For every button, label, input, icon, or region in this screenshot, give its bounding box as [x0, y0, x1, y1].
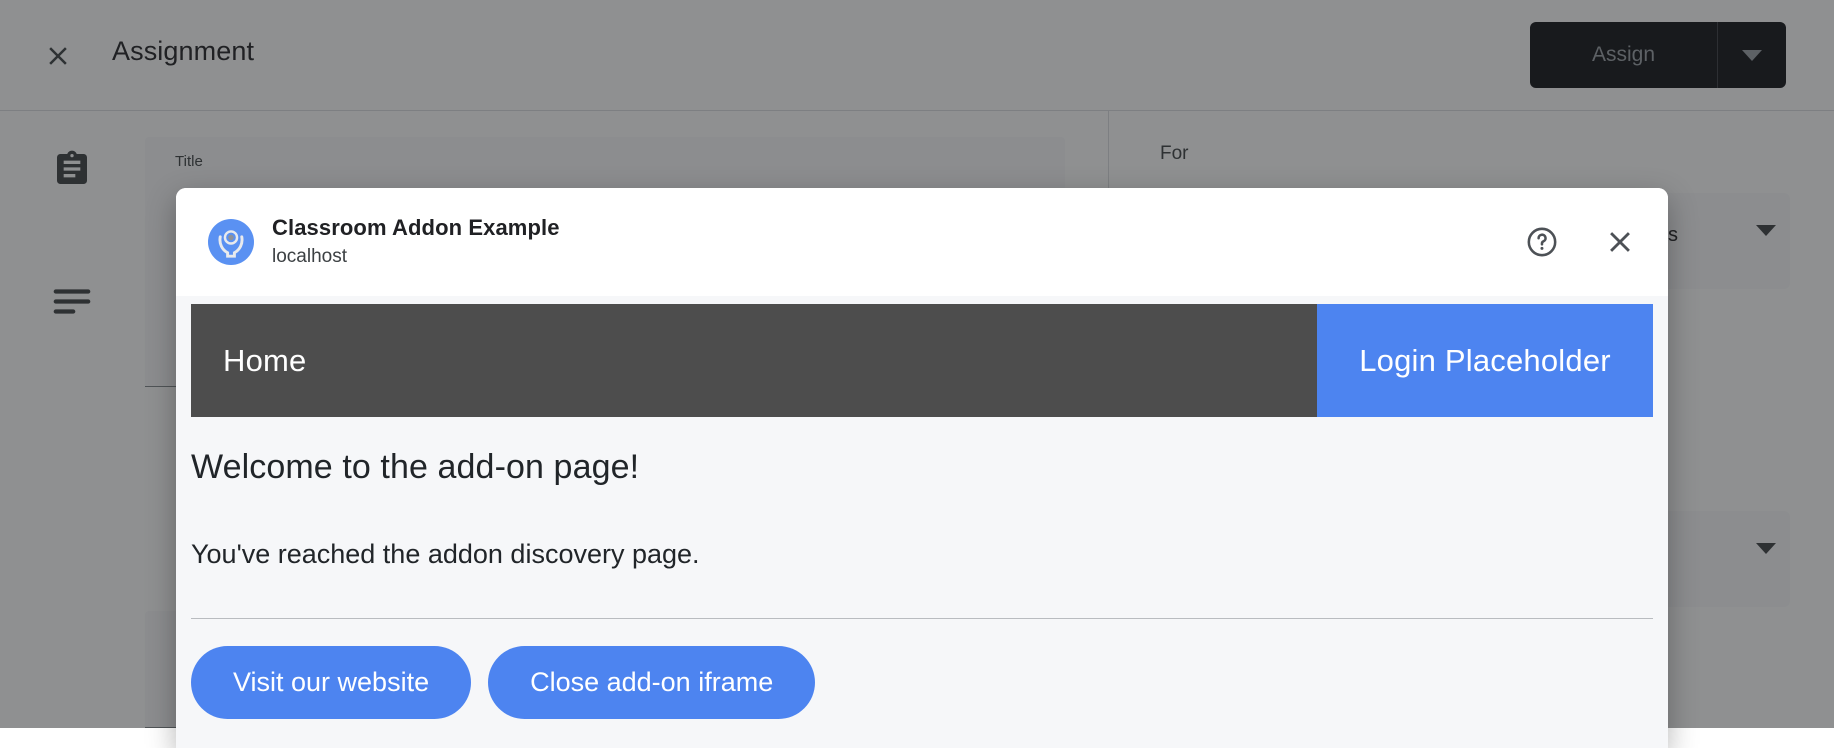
addon-emblem-icon [214, 225, 248, 259]
nav-login-placeholder[interactable]: Login Placeholder [1317, 304, 1653, 417]
addon-dialog-actions [1520, 220, 1642, 264]
addon-navbar-left: Home [191, 304, 1317, 417]
addon-app-name: Classroom Addon Example [272, 214, 1520, 242]
close-icon [1603, 225, 1637, 259]
addon-navbar: Home Login Placeholder [191, 304, 1653, 417]
nav-login-placeholder-label: Login Placeholder [1359, 343, 1611, 379]
addon-help-button[interactable] [1520, 220, 1564, 264]
addon-dialog-header: Classroom Addon Example localhost [176, 188, 1668, 296]
addon-subtext: You've reached the addon discovery page. [191, 539, 700, 570]
addon-iframe-content: Home Login Placeholder Welcome to the ad… [176, 296, 1668, 748]
close-addon-iframe-button[interactable]: Close add-on iframe [488, 646, 815, 719]
addon-divider [191, 618, 1653, 619]
addon-app-host: localhost [272, 244, 1520, 270]
addon-iframe-dialog: Classroom Addon Example localhost Home [176, 188, 1668, 748]
addon-button-row: Visit our website Close add-on iframe [191, 646, 815, 719]
addon-dialog-titles: Classroom Addon Example localhost [272, 214, 1520, 269]
classroom-addon-icon [208, 219, 254, 265]
help-circle-icon [1525, 225, 1559, 259]
nav-link-home[interactable]: Home [223, 343, 307, 379]
visit-website-button[interactable]: Visit our website [191, 646, 471, 719]
addon-close-button[interactable] [1598, 220, 1642, 264]
addon-heading: Welcome to the add-on page! [191, 448, 639, 487]
